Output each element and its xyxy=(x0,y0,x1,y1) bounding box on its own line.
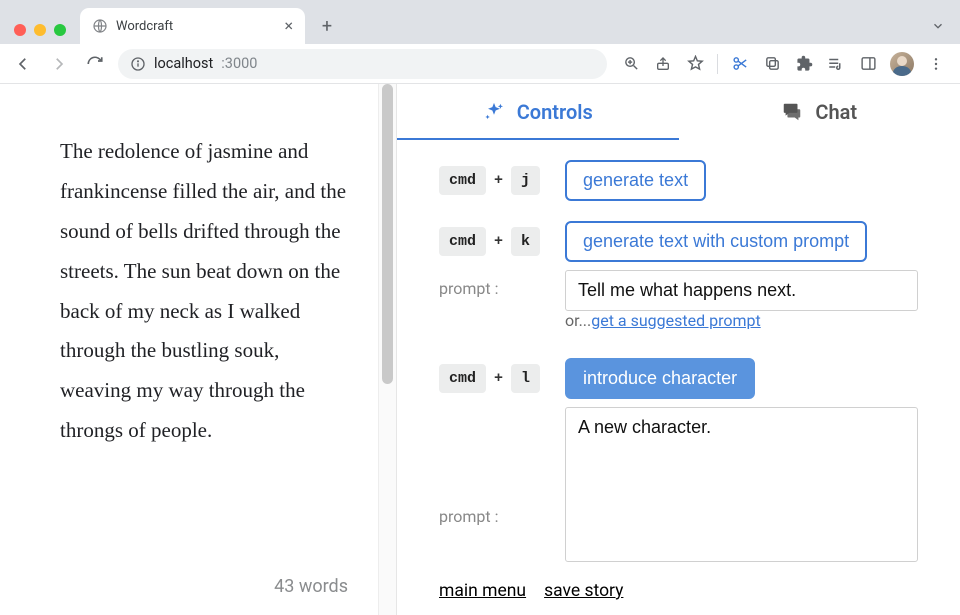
tab-chat[interactable]: Chat xyxy=(679,84,960,140)
story-text[interactable]: The redolence of jasmine and frankincens… xyxy=(60,132,348,451)
shortcut-group: cmd + k xyxy=(439,221,551,256)
page-body: The redolence of jasmine and frankincens… xyxy=(0,84,960,615)
tab-chat-label: Chat xyxy=(815,100,857,124)
profile-avatar[interactable] xyxy=(890,52,914,76)
or-prefix: or... xyxy=(565,311,591,330)
extensions-icon[interactable] xyxy=(794,54,814,74)
right-tabs: Controls Chat xyxy=(397,84,960,140)
shortcut-group: cmd + j xyxy=(439,160,551,195)
kbd-plus: + xyxy=(494,370,503,387)
maximize-window-icon[interactable] xyxy=(54,24,66,36)
footer-links: main menu save story xyxy=(439,581,623,601)
custom-prompt-input[interactable] xyxy=(565,270,918,311)
sidepanel-icon[interactable] xyxy=(858,54,878,74)
prompt-label: prompt : xyxy=(439,270,551,298)
scissors-icon[interactable] xyxy=(730,54,750,74)
suggest-prompt-link[interactable]: get a suggested prompt xyxy=(591,311,760,330)
kbd-key: l xyxy=(511,364,540,393)
address-bar[interactable]: localhost :3000 xyxy=(118,49,607,79)
kbd-key: k xyxy=(511,227,540,256)
copy-icon[interactable] xyxy=(762,54,782,74)
zoom-icon[interactable] xyxy=(621,54,641,74)
control-row-suggest: or...get a suggested prompt xyxy=(439,311,918,330)
story-pane: The redolence of jasmine and frankincens… xyxy=(0,84,378,615)
forward-button[interactable] xyxy=(46,51,72,77)
control-row-custom-prompt: prompt : xyxy=(439,270,918,311)
tab-controls-label: Controls xyxy=(517,100,593,124)
kbd-key: j xyxy=(511,166,540,195)
control-row-custom: cmd + k generate text with custom prompt xyxy=(439,221,918,262)
tab-strip: Wordcraft × + xyxy=(0,0,960,44)
controls-list: cmd + j generate text cmd + k generate t… xyxy=(397,140,960,562)
playlist-icon[interactable] xyxy=(826,54,846,74)
menu-icon[interactable] xyxy=(926,54,946,74)
bookmark-icon[interactable] xyxy=(685,54,705,74)
globe-icon xyxy=(92,18,108,34)
introduce-character-button[interactable]: introduce character xyxy=(565,358,755,399)
reload-button[interactable] xyxy=(82,51,108,77)
close-tab-icon[interactable]: × xyxy=(284,18,293,34)
kbd-mod: cmd xyxy=(439,227,486,256)
close-window-icon[interactable] xyxy=(14,24,26,36)
tab-controls[interactable]: Controls xyxy=(397,84,679,140)
share-icon[interactable] xyxy=(653,54,673,74)
browser-chrome: Wordcraft × + localhost :3000 xyxy=(0,0,960,84)
scrollbar-thumb[interactable] xyxy=(382,84,393,384)
control-row-character: cmd + l introduce character xyxy=(439,358,918,399)
url-host: localhost xyxy=(154,55,213,72)
main-menu-link[interactable]: main menu xyxy=(439,581,526,601)
browser-toolbar: localhost :3000 xyxy=(0,44,960,84)
new-tab-button[interactable]: + xyxy=(313,12,341,40)
sparkle-icon xyxy=(483,101,505,123)
kbd-plus: + xyxy=(494,233,503,250)
prompt-label: prompt : xyxy=(439,407,551,526)
tab-title: Wordcraft xyxy=(116,19,276,34)
back-button[interactable] xyxy=(10,51,36,77)
control-row-character-prompt: prompt : xyxy=(439,407,918,562)
character-prompt-input[interactable] xyxy=(565,407,918,562)
window-controls xyxy=(8,24,72,36)
site-info-icon[interactable] xyxy=(130,56,146,72)
toolbar-right-icons xyxy=(617,52,950,76)
control-row-generate: cmd + j generate text xyxy=(439,160,918,201)
shortcut-group: cmd + l xyxy=(439,358,551,393)
tab-dropdown-icon[interactable] xyxy=(924,12,952,40)
generate-text-button[interactable]: generate text xyxy=(565,160,706,201)
chat-icon xyxy=(781,101,803,123)
suggest-prompt-wrap: or...get a suggested prompt xyxy=(565,311,761,330)
url-port: :3000 xyxy=(221,55,257,72)
kbd-plus: + xyxy=(494,172,503,189)
minimize-window-icon[interactable] xyxy=(34,24,46,36)
save-story-link[interactable]: save story xyxy=(544,581,623,601)
word-count: 43 words xyxy=(274,576,348,597)
generate-custom-button[interactable]: generate text with custom prompt xyxy=(565,221,867,262)
kbd-mod: cmd xyxy=(439,364,486,393)
scrollbar-track[interactable] xyxy=(378,84,396,615)
controls-pane: Controls Chat cmd + j generate text cmd xyxy=(396,84,960,615)
browser-tab[interactable]: Wordcraft × xyxy=(80,8,305,44)
kbd-mod: cmd xyxy=(439,166,486,195)
